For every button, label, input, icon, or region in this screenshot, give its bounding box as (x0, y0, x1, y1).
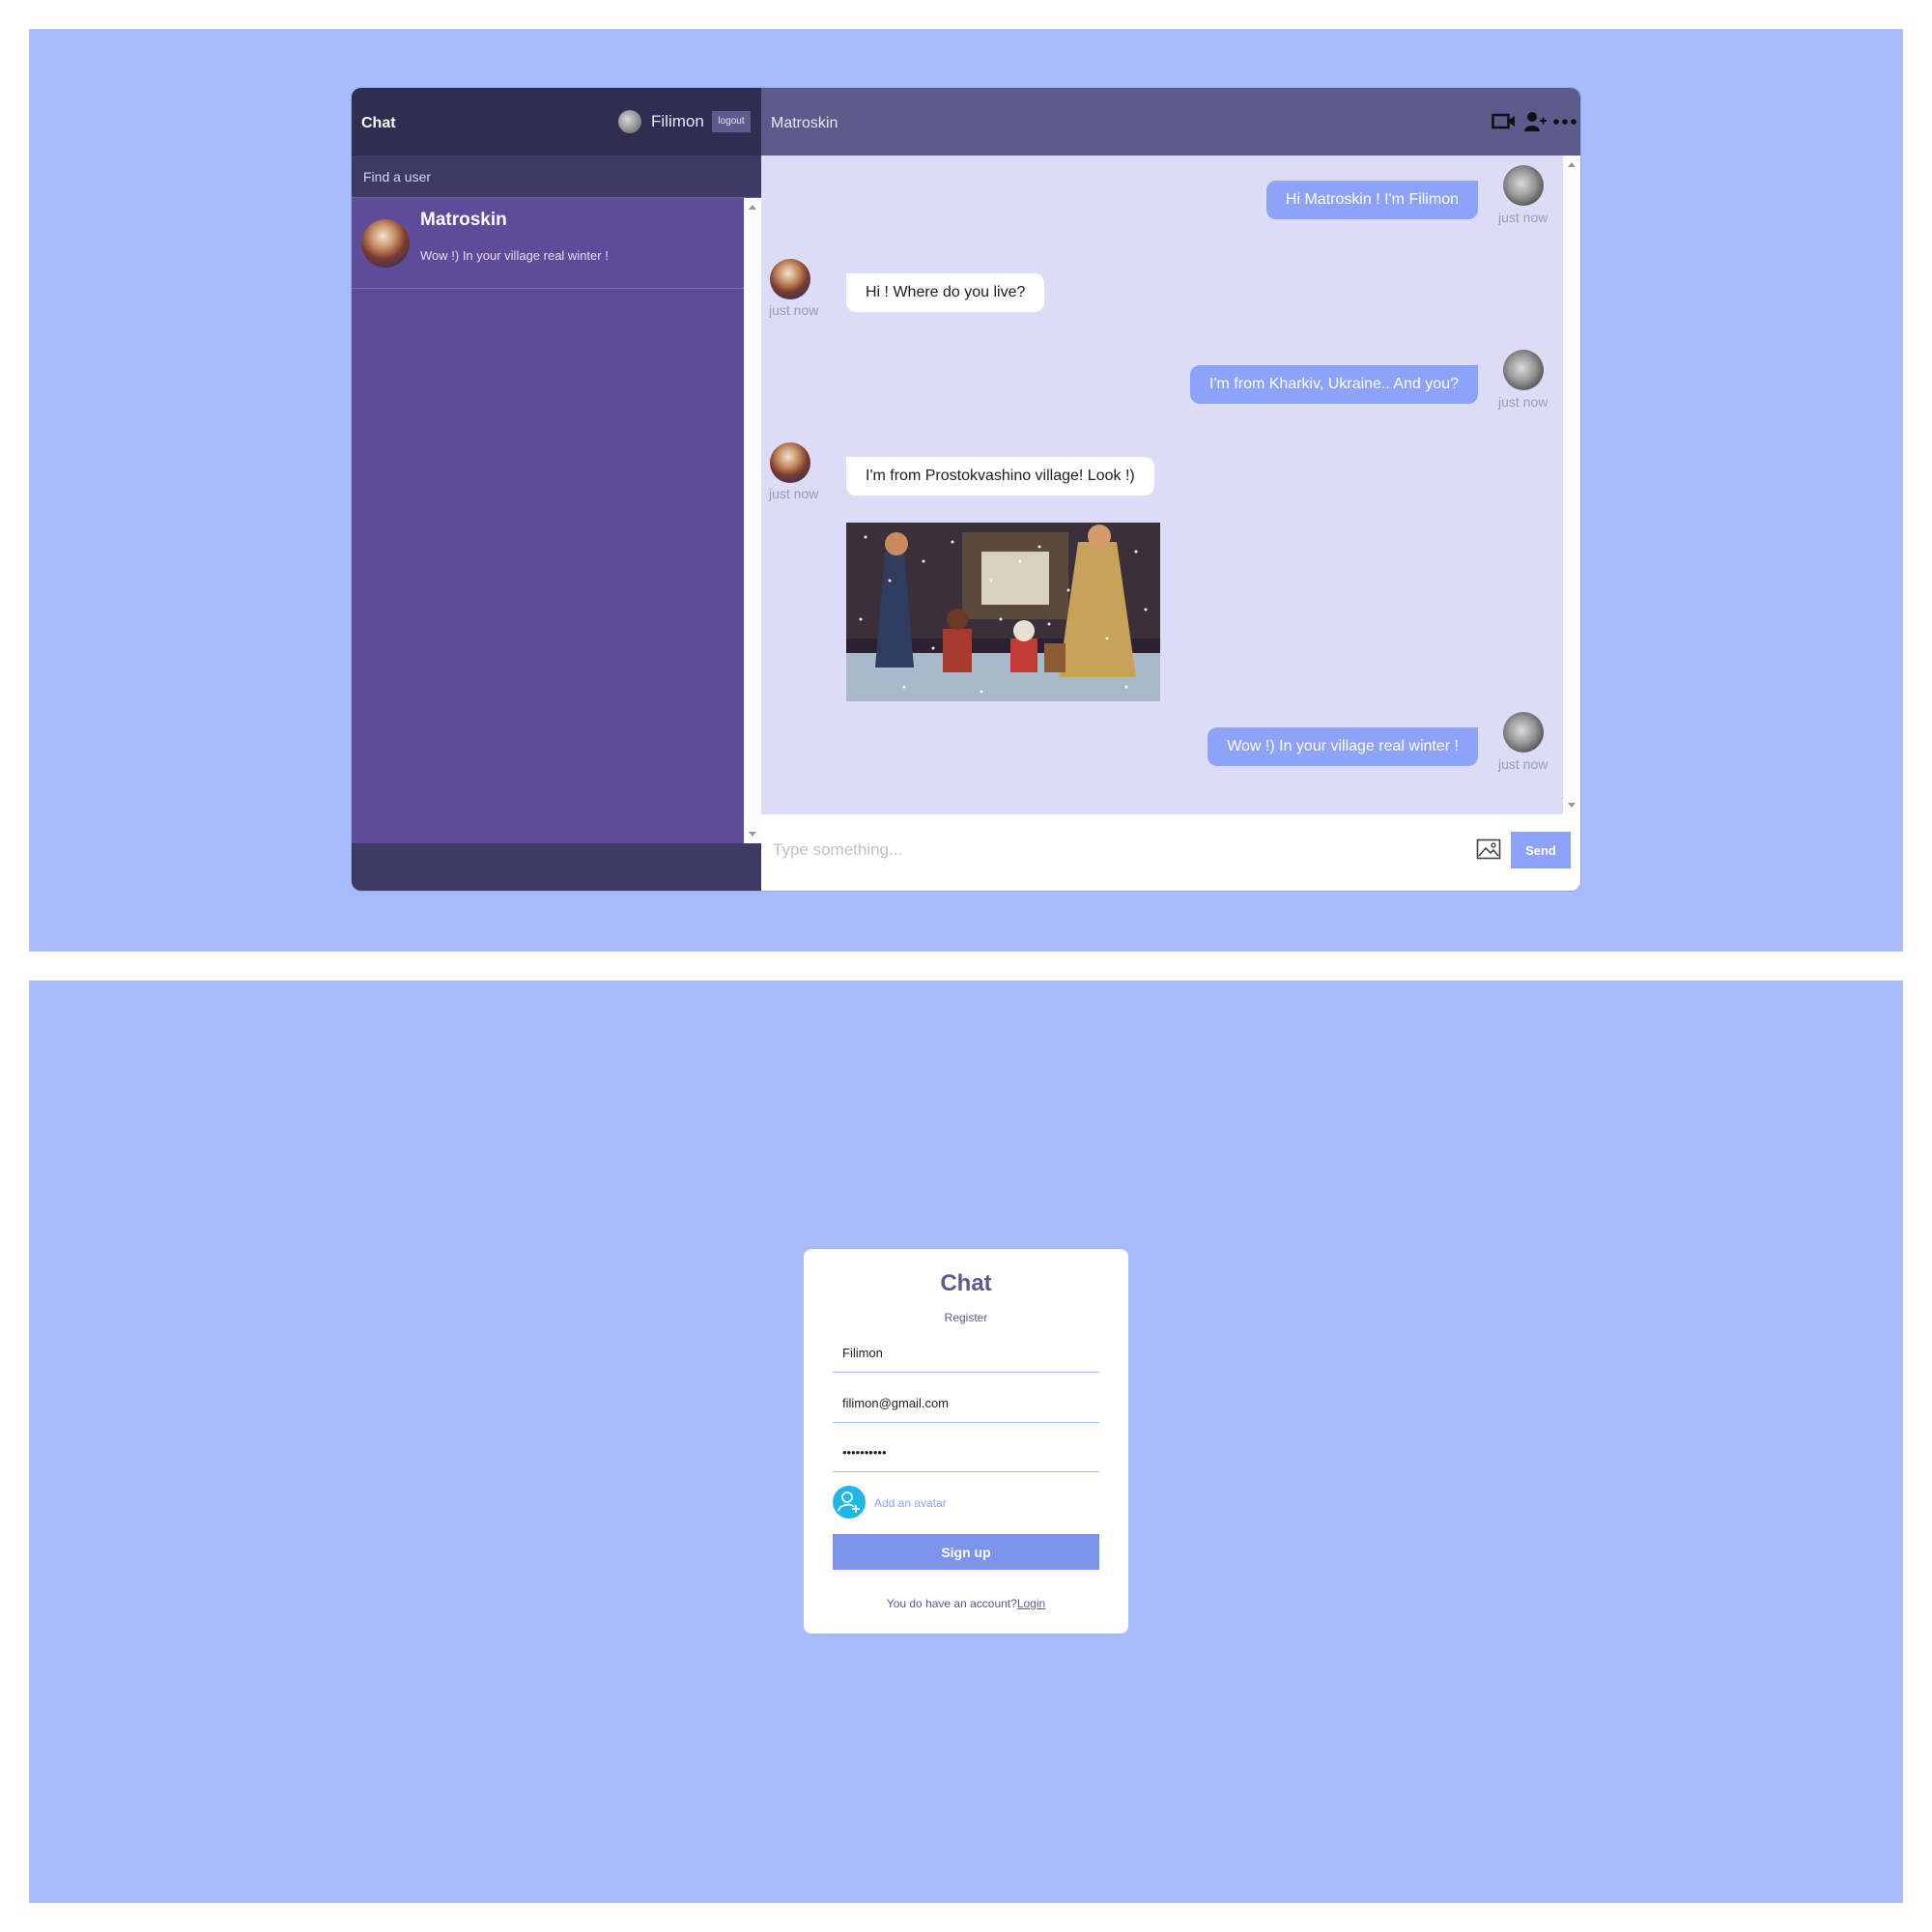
message-input-bar: Send (761, 814, 1580, 891)
attach-image-icon[interactable] (1476, 838, 1501, 865)
navbar: Chat Filimon logout (352, 88, 761, 156)
email-field[interactable] (833, 1384, 1099, 1423)
owner-avatar (1503, 165, 1544, 206)
scroll-down-arrow-icon[interactable] (1568, 803, 1576, 808)
message-time: just now (1498, 394, 1548, 410)
sidebar-footer (352, 843, 761, 891)
partner-avatar (770, 259, 810, 299)
current-user-avatar (618, 110, 641, 133)
messages-list: Hi Matroskin ! I'm Filimon just now just… (761, 156, 1563, 814)
scroll-down-arrow-icon[interactable] (749, 832, 756, 837)
logout-button[interactable]: logout (712, 111, 751, 132)
owner-avatar (1503, 712, 1544, 753)
password-field[interactable] (833, 1434, 1099, 1472)
message-bubble: I'm from Kharkiv, Ukraine.. And you? (1190, 365, 1478, 404)
winter-village-image (846, 523, 1160, 701)
contact-avatar (361, 219, 410, 268)
owner-avatar (1503, 350, 1544, 390)
add-avatar-icon (833, 1486, 866, 1519)
login-prompt: You do have an account?Login (804, 1597, 1128, 1610)
message-input[interactable] (773, 834, 1449, 867)
sidebar: Chat Filimon logout Matroskin Wow !) In … (352, 88, 761, 891)
last-message-preview: Wow !) In your village real winter ! (420, 248, 609, 263)
login-prompt-text: You do have an account? (886, 1597, 1017, 1610)
chat-area: Matroskin Hi Matroskin ! I'm Filimon jus… (761, 88, 1580, 891)
video-camera-icon[interactable] (1492, 111, 1517, 137)
search-box (352, 156, 761, 198)
form-title: Register (944, 1311, 988, 1324)
register-screen: Chat Register Add an avatar Sign up You … (29, 980, 1903, 1903)
message-bubble: I'm from Prostokvashino village! Look !) (846, 457, 1154, 496)
chat-screen: Chat Filimon logout Matroskin Wow !) In … (29, 29, 1903, 952)
message-time: just now (1498, 210, 1548, 225)
app-logo: Chat (361, 115, 396, 131)
chat-header: Matroskin (761, 88, 1580, 156)
message-time: just now (769, 486, 819, 501)
chat-partner-name: Matroskin (771, 115, 838, 131)
message-image[interactable] (846, 523, 1160, 701)
messages-scrollbar[interactable] (1563, 156, 1580, 814)
register-form: Chat Register Add an avatar Sign up You … (804, 1249, 1128, 1634)
search-input[interactable] (363, 167, 730, 186)
chat-window: Chat Filimon logout Matroskin Wow !) In … (352, 88, 1580, 891)
chat-list-item-matroskin[interactable]: Matroskin Wow !) In your village real wi… (352, 198, 744, 289)
partner-avatar (770, 442, 810, 483)
sidebar-scrollbar[interactable] (744, 198, 761, 843)
scroll-up-arrow-icon[interactable] (1568, 162, 1576, 167)
display-name-field[interactable] (833, 1334, 1099, 1373)
contact-name: Matroskin (420, 210, 507, 230)
login-link[interactable]: Login (1017, 1597, 1045, 1610)
add-avatar-picker[interactable]: Add an avatar (833, 1486, 1099, 1520)
message-bubble: Hi Matroskin ! I'm Filimon (1265, 181, 1478, 219)
send-button[interactable]: Send (1511, 832, 1571, 868)
add-avatar-label: Add an avatar (874, 1496, 947, 1510)
current-user-name: Filimon (651, 112, 704, 130)
add-user-icon[interactable] (1523, 111, 1547, 137)
message-bubble: Hi ! Where do you live? (846, 273, 1045, 312)
scroll-up-arrow-icon[interactable] (749, 205, 756, 210)
form-logo: Chat (940, 1270, 992, 1296)
sign-up-button[interactable]: Sign up (833, 1534, 1099, 1570)
message-bubble: Wow !) In your village real winter ! (1208, 727, 1478, 766)
more-icon[interactable] (1553, 111, 1577, 137)
message-time: just now (769, 302, 819, 318)
message-time: just now (1498, 756, 1548, 772)
